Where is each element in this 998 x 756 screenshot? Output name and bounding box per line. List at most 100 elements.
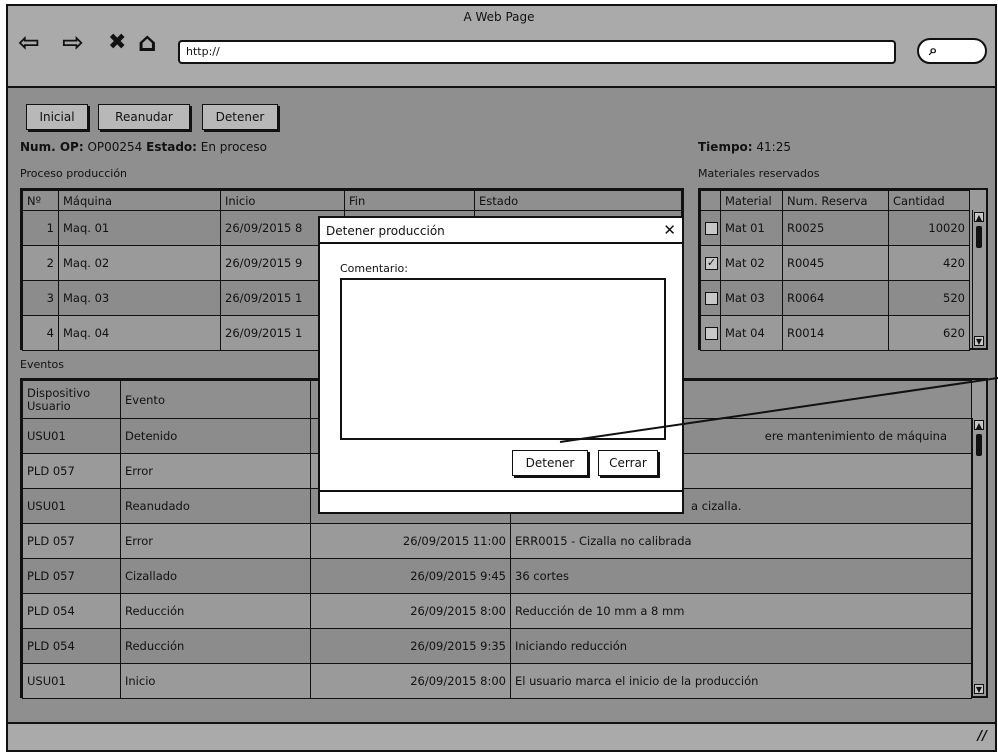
cell-fecha: 26/09/2015 11:00 — [310, 523, 511, 559]
dialog-detener-button[interactable]: Detener — [512, 450, 588, 476]
cell-cantidad: 10020 — [888, 210, 970, 246]
table-row[interactable]: USU01 Inicio 26/09/2015 8:00 El usuario … — [22, 663, 972, 699]
proceso-title: Proceso producción — [20, 167, 128, 180]
table-row[interactable]: PLD 057 Cizallado 26/09/2015 9:45 36 cor… — [22, 558, 972, 594]
tiempo-label: Tiempo: — [698, 140, 753, 154]
col-header-fin[interactable]: Fin — [344, 190, 475, 211]
reanudar-button[interactable]: Reanudar — [98, 104, 190, 130]
table-row[interactable]: PLD 054 Reducción 26/09/2015 8:00 Reducc… — [22, 593, 972, 629]
search-icon: ⌕ — [929, 41, 938, 59]
inicial-button[interactable]: Inicial — [26, 104, 88, 130]
cell-cantidad: 520 — [888, 280, 970, 316]
url-bar[interactable]: http:// — [178, 40, 896, 64]
scroll-thumb[interactable] — [976, 434, 982, 456]
cell-cantidad: 420 — [888, 245, 970, 281]
detener-button[interactable]: Detener — [202, 104, 278, 130]
eventos-scrollbar[interactable]: ▲ ▼ — [972, 418, 986, 696]
col-header-maquina[interactable]: Máquina — [58, 190, 221, 211]
cell-cantidad: 620 — [888, 315, 970, 351]
order-info: Num. OP: OP00254 Estado: En proceso — [20, 140, 267, 154]
cell-fecha: 26/09/2015 9:35 — [310, 628, 511, 664]
col-header-inicio[interactable]: Inicio — [220, 190, 345, 211]
resize-grip-icon[interactable]: // — [978, 729, 988, 744]
table-row[interactable]: Mat 04 R0014 620 — [700, 315, 970, 351]
col-header-material[interactable]: Material — [720, 190, 783, 211]
cell-n: 2 — [22, 245, 59, 281]
material-checkbox[interactable] — [705, 327, 718, 340]
cell-maquina: Maq. 03 — [58, 280, 221, 316]
cell-fecha: 26/09/2015 9:45 — [310, 558, 511, 594]
materiales-table[interactable]: Material Num. Reserva Cantidad Mat 01 R0… — [698, 188, 988, 351]
cell-detalle: 36 cortes — [510, 558, 972, 594]
cell-evento: Reanudado — [120, 488, 311, 524]
table-row[interactable]: Mat 01 R0025 10020 — [700, 210, 970, 246]
table-row[interactable]: ✓ Mat 02 R0045 420 — [700, 245, 970, 281]
comentario-textarea[interactable] — [340, 278, 666, 440]
col-header-reserva[interactable]: Num. Reserva — [782, 190, 889, 211]
tiempo-value: 41:25 — [756, 140, 791, 154]
status-bar: // — [6, 722, 997, 752]
detener-dialog: Detener producción ✕ Comentario: Detener… — [318, 216, 684, 514]
col-header-n[interactable]: Nº — [22, 190, 59, 211]
materiales-title: Materiales reservados — [698, 167, 820, 180]
eventos-title: Eventos — [20, 358, 64, 371]
table-row[interactable]: PLD 054 Reducción 26/09/2015 9:35 Inicia… — [22, 628, 972, 664]
cell-fecha: 26/09/2015 8:00 — [310, 593, 511, 629]
num-op-value: OP00254 — [87, 140, 143, 154]
scroll-down-icon[interactable]: ▼ — [974, 684, 984, 694]
cell-dispositivo: PLD 054 — [22, 593, 121, 629]
cell-material: Mat 02 — [720, 245, 783, 281]
cell-evento: Error — [120, 523, 311, 559]
cell-material: Mat 01 — [720, 210, 783, 246]
col-header-estado[interactable]: Estado — [474, 190, 682, 211]
window-title: A Web Page — [463, 10, 535, 24]
num-op-label: Num. OP: — [20, 140, 84, 154]
close-icon[interactable]: ✕ — [663, 221, 676, 239]
stop-icon[interactable]: ✖ — [108, 28, 126, 58]
scroll-up-icon[interactable]: ▲ — [974, 212, 984, 222]
table-row[interactable]: PLD 057 Error 26/09/2015 11:00 ERR0015 -… — [22, 523, 972, 559]
col-header-dispositivo[interactable]: Dispositivo Usuario — [22, 380, 121, 419]
scroll-up-icon[interactable]: ▲ — [974, 420, 984, 430]
cell-reserva: R0064 — [782, 280, 889, 316]
cell-evento: Detenido — [120, 418, 311, 454]
cell-evento: Reducción — [120, 628, 311, 664]
cell-evento: Inicio — [120, 663, 311, 699]
materiales-scrollbar[interactable]: ▲ ▼ — [972, 210, 986, 348]
cell-reserva: R0014 — [782, 315, 889, 351]
scroll-thumb[interactable] — [976, 226, 982, 248]
dialog-cerrar-button[interactable]: Cerrar — [598, 450, 658, 476]
dialog-title: Detener producción — [320, 218, 682, 244]
cell-n: 4 — [22, 315, 59, 351]
col-header-check — [700, 190, 721, 211]
cell-dispositivo: USU01 — [22, 488, 121, 524]
cell-maquina: Maq. 04 — [58, 315, 221, 351]
material-checkbox[interactable] — [705, 292, 718, 305]
cell-dispositivo: PLD 057 — [22, 453, 121, 489]
scroll-down-icon[interactable]: ▼ — [974, 336, 984, 346]
col-header-cantidad[interactable]: Cantidad — [888, 190, 970, 211]
cell-material: Mat 04 — [720, 315, 783, 351]
search-box[interactable]: ⌕ — [917, 38, 987, 64]
cell-detalle: Reducción de 10 mm a 8 mm — [510, 593, 972, 629]
forward-arrow-icon[interactable]: ⇨ — [62, 28, 84, 58]
tiempo-info: Tiempo: 41:25 — [698, 140, 791, 154]
col-header-evento[interactable]: Evento — [120, 380, 311, 419]
cell-dispositivo: PLD 057 — [22, 558, 121, 594]
cell-n: 3 — [22, 280, 59, 316]
cell-n: 1 — [22, 210, 59, 246]
table-row[interactable]: Mat 03 R0064 520 — [700, 280, 970, 316]
cell-evento: Error — [120, 453, 311, 489]
home-icon[interactable]: ⌂ — [138, 28, 157, 58]
cell-reserva: R0045 — [782, 245, 889, 281]
cell-evento: Reducción — [120, 593, 311, 629]
comentario-label: Comentario: — [340, 262, 408, 275]
cell-dispositivo: PLD 054 — [22, 628, 121, 664]
cell-fecha: 26/09/2015 8:00 — [310, 663, 511, 699]
cell-detalle: El usuario marca el inicio de la producc… — [510, 663, 972, 699]
dialog-footer — [320, 490, 682, 512]
material-checkbox[interactable]: ✓ — [705, 257, 718, 270]
material-checkbox[interactable] — [705, 222, 718, 235]
cell-dispositivo: USU01 — [22, 418, 121, 454]
back-arrow-icon[interactable]: ⇦ — [18, 28, 40, 58]
